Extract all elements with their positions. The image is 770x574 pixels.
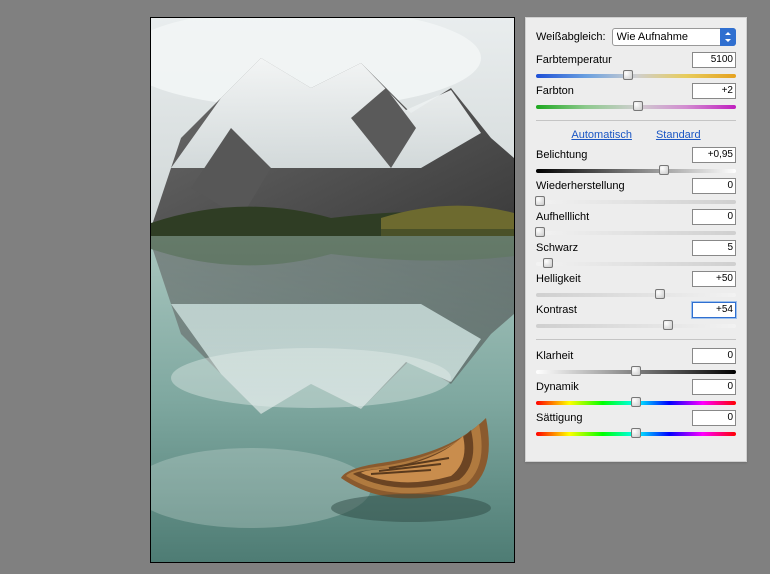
slider-label: Wiederherstellung	[536, 180, 625, 192]
slider-thumb[interactable]	[543, 258, 553, 268]
slider-value-input[interactable]: +0,95	[692, 147, 736, 163]
slider-track[interactable]	[536, 319, 736, 331]
vibrance-row: Dynamik 0	[536, 379, 736, 408]
basic-adjustments-panel: Weißabgleich: Wie Aufnahme Farbtemperatu…	[525, 17, 747, 462]
slider-value-input[interactable]: 0	[692, 209, 736, 225]
black-row: Schwarz 5	[536, 240, 736, 269]
slider-track[interactable]	[536, 195, 736, 207]
slider-thumb[interactable]	[663, 320, 673, 330]
slider-value-input[interactable]: +50	[692, 271, 736, 287]
slider-thumb[interactable]	[631, 366, 641, 376]
slider-label: Farbtemperatur	[536, 54, 612, 66]
slider-thumb[interactable]	[535, 196, 545, 206]
sat-row: Sättigung 0	[536, 410, 736, 439]
slider-track[interactable]	[536, 396, 736, 408]
slider-label: Schwarz	[536, 242, 578, 254]
slider-thumb[interactable]	[623, 70, 633, 80]
slider-track[interactable]	[536, 365, 736, 377]
separator	[536, 120, 736, 121]
slider-label: Klarheit	[536, 350, 573, 362]
slider-thumb[interactable]	[535, 227, 545, 237]
slider-track[interactable]	[536, 288, 736, 300]
recovery-row: Wiederherstellung 0	[536, 178, 736, 207]
slider-track[interactable]	[536, 69, 736, 81]
slider-label: Kontrast	[536, 304, 577, 316]
image-preview	[150, 17, 515, 563]
separator	[536, 339, 736, 340]
slider-value-input[interactable]: 5100	[692, 52, 736, 68]
slider-value-input[interactable]: 5	[692, 240, 736, 256]
preset-links: Automatisch Standard	[536, 129, 736, 141]
slider-value-input[interactable]: 0	[692, 379, 736, 395]
slider-label: Aufhelllicht	[536, 211, 589, 223]
white-balance-select[interactable]: Wie Aufnahme	[612, 28, 737, 46]
slider-thumb[interactable]	[655, 289, 665, 299]
slider-thumb[interactable]	[631, 428, 641, 438]
tint-row: Farbton +2	[536, 83, 736, 112]
slider-thumb[interactable]	[659, 165, 669, 175]
bright-row: Helligkeit +50	[536, 271, 736, 300]
slider-value-input[interactable]: 0	[692, 348, 736, 364]
slider-track[interactable]	[536, 257, 736, 269]
fill-row: Aufhelllicht 0	[536, 209, 736, 238]
temp-row: Farbtemperatur 5100	[536, 52, 736, 81]
slider-value-input[interactable]: 0	[692, 178, 736, 194]
slider-track[interactable]	[536, 100, 736, 112]
slider-value-input[interactable]: +2	[692, 83, 736, 99]
clarity-row: Klarheit 0	[536, 348, 736, 377]
contrast-row: Kontrast +54	[536, 302, 736, 331]
slider-label: Sättigung	[536, 412, 582, 424]
auto-link[interactable]: Automatisch	[571, 129, 632, 141]
slider-thumb[interactable]	[633, 101, 643, 111]
slider-track[interactable]	[536, 226, 736, 238]
slider-label: Dynamik	[536, 381, 579, 393]
slider-track[interactable]	[536, 427, 736, 439]
standard-link[interactable]: Standard	[656, 129, 701, 141]
slider-track[interactable]	[536, 164, 736, 176]
exposure-row: Belichtung +0,95	[536, 147, 736, 176]
slider-thumb[interactable]	[631, 397, 641, 407]
white-balance-label: Weißabgleich:	[536, 31, 606, 43]
slider-value-input[interactable]: 0	[692, 410, 736, 426]
slider-label: Belichtung	[536, 149, 587, 161]
slider-value-input[interactable]: +54	[692, 302, 736, 318]
slider-label: Helligkeit	[536, 273, 581, 285]
white-balance-row: Weißabgleich: Wie Aufnahme	[536, 28, 736, 46]
slider-label: Farbton	[536, 85, 574, 97]
